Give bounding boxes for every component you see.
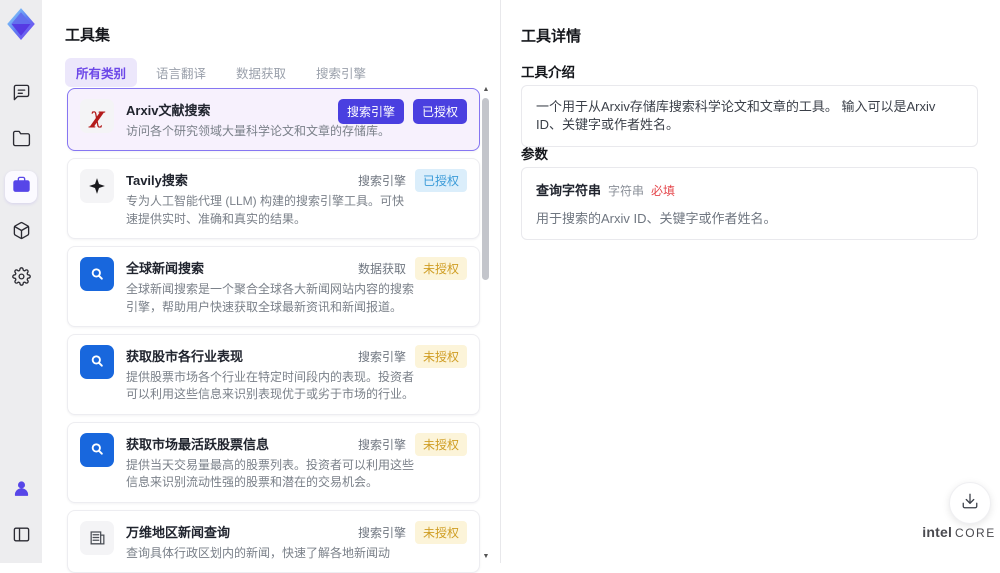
auth-status-badge: 已授权	[412, 99, 467, 124]
tab-search-engine[interactable]: 搜索引擎	[305, 58, 377, 87]
toolset-panel: 工具集 所有类别 语言翻译 数据获取 搜索引擎 χ Arxiv文献搜索 访问各个…	[42, 0, 500, 573]
sidebar-item-account[interactable]	[5, 475, 37, 507]
tool-badges: 搜索引擎 未授权	[357, 432, 467, 456]
sidebar-item-collapse-panel[interactable]	[5, 521, 37, 553]
scroll-up-arrow[interactable]: ▲	[482, 86, 490, 94]
auth-status-badge: 未授权	[414, 257, 467, 281]
tab-all-categories[interactable]: 所有类别	[65, 58, 138, 87]
parameter-name: 查询字符串	[536, 183, 602, 198]
params-heading: 参数	[521, 147, 548, 162]
arxiv-icon: χ	[80, 99, 114, 133]
briefcase-icon	[12, 175, 31, 199]
folder-icon	[12, 129, 31, 153]
tool-description: 提供股票市场各个行业在特定时间段内的表现。投资者可以利用这些信息来识别表现优于或…	[126, 369, 415, 402]
tool-card-global-news[interactable]: 全球新闻搜索 全球新闻搜索是一个聚合全球各大新闻网站内容的搜索引擎，帮助用户快速…	[67, 246, 480, 327]
tool-card-regional-news[interactable]: 万维地区新闻查询 查询具体行政区划内的新闻，快速了解各地新闻动 搜索引擎 未授权	[67, 509, 480, 573]
auth-status-badge: 未授权	[414, 344, 467, 368]
tavily-star-icon	[80, 169, 114, 204]
tool-badges: 数据获取 未授权	[357, 257, 467, 281]
intro-card: 一个用于从Arxiv存储库搜索科学论文和文章的工具。 输入可以是Arxiv ID…	[521, 85, 978, 148]
sidebar-item-settings[interactable]	[5, 263, 37, 295]
intel-core-logo: intel CORE	[920, 524, 998, 542]
auth-status-badge: 已授权	[414, 169, 467, 193]
left-sidebar	[0, 0, 42, 563]
tool-badges: 搜索引擎 已授权	[337, 99, 467, 124]
tool-card-arxiv[interactable]: χ Arxiv文献搜索 访问各个研究领域大量科学论文和文章的存储库。 搜索引擎 …	[67, 88, 480, 152]
category-label: 搜索引擎	[357, 437, 406, 452]
scroll-down-arrow[interactable]: ▼	[482, 553, 490, 561]
parameter-header: 查询字符串 字符串 必填	[536, 180, 963, 199]
auth-status-badge: 未授权	[414, 520, 467, 544]
sidebar-item-tools[interactable]	[5, 171, 37, 203]
category-label: 搜索引擎	[357, 349, 406, 364]
stock-search-icon	[80, 344, 114, 379]
newspaper-icon	[80, 520, 114, 555]
category-label: 搜索引擎	[357, 174, 406, 189]
list-scrollbar[interactable]: ▲ ▼	[481, 86, 491, 563]
download-icon	[961, 492, 979, 515]
panel-toggle-icon	[12, 525, 31, 549]
tool-card-most-active-stocks[interactable]: 获取市场最活跃股票信息 提供当天交易量最高的股票列表。投资者可以利用这些信息来识…	[67, 421, 480, 503]
stock-search-icon	[80, 432, 114, 467]
tool-list: χ Arxiv文献搜索 访问各个研究领域大量科学论文和文章的存储库。 搜索引擎 …	[67, 88, 480, 573]
auth-status-badge: 未授权	[414, 432, 467, 456]
gear-icon	[11, 267, 31, 291]
detail-title: 工具详情	[521, 28, 582, 45]
sidebar-item-packages[interactable]	[5, 217, 37, 249]
tab-data-fetch[interactable]: 数据获取	[225, 58, 297, 87]
intel-wordmark: intel	[922, 524, 953, 540]
tool-badges: 搜索引擎 未授权	[357, 344, 467, 368]
news-search-icon	[80, 257, 114, 292]
intro-text: 一个用于从Arxiv存储库搜索科学论文和文章的工具。 输入可以是Arxiv ID…	[536, 99, 936, 133]
tool-card-sector-performance[interactable]: 获取股市各行业表现 提供股票市场各个行业在特定时间段内的表现。投资者可以利用这些…	[67, 333, 480, 415]
tool-info: 万维地区新闻查询 查询具体行政区划内的新闻，快速了解各地新闻动	[126, 521, 390, 562]
scrollbar-thumb[interactable]	[482, 98, 489, 280]
parameter-description: 用于搜索的Arxiv ID、关键字或作者姓名。	[536, 211, 777, 226]
tool-description: 提供当天交易量最高的股票列表。投资者可以利用这些信息来识别流动性强的股票和潜在的…	[126, 457, 415, 490]
tab-language-translation[interactable]: 语言翻译	[145, 58, 217, 87]
category-label: 搜索引擎	[357, 525, 406, 540]
parameter-type: 字符串	[608, 184, 645, 198]
sidebar-item-chat[interactable]	[5, 79, 37, 111]
parameter-required-badge: 必填	[651, 184, 676, 198]
tool-description: 查询具体行政区划内的新闻，快速了解各地新闻动	[126, 545, 391, 560]
user-icon	[12, 479, 31, 503]
tool-name: 万维地区新闻查询	[126, 524, 231, 540]
tool-description: 全球新闻搜索是一个聚合全球各大新闻网站内容的搜索引擎，帮助用户快速获取全球最新资…	[126, 282, 415, 314]
parameter-card: 查询字符串 字符串 必填 用于搜索的Arxiv ID、关键字或作者姓名。	[521, 167, 978, 240]
core-wordmark: CORE	[955, 526, 996, 540]
category-label: 数据获取	[357, 262, 406, 277]
download-button[interactable]	[949, 482, 991, 524]
tool-detail-panel: 工具详情 工具介绍 一个用于从Arxiv存储库搜索科学论文和文章的工具。 输入可…	[500, 0, 1000, 563]
cube-icon	[12, 221, 31, 245]
tool-badges: 搜索引擎 已授权	[357, 169, 467, 193]
app-logo-gem-icon[interactable]	[4, 7, 38, 41]
category-tabs: 所有类别 语言翻译 数据获取 搜索引擎	[65, 58, 377, 87]
sidebar-item-files[interactable]	[5, 125, 37, 157]
tool-description: 专为人工智能代理 (LLM) 构建的搜索引擎工具。可快速提供实时、准确和真实的结…	[126, 194, 405, 226]
tool-description: 访问各个研究领域大量科学论文和文章的存储库。	[126, 124, 391, 138]
page-title: 工具集	[65, 27, 111, 44]
chat-icon	[12, 83, 31, 107]
intro-heading: 工具介绍	[521, 65, 575, 80]
tool-card-tavily[interactable]: Tavily搜索 专为人工智能代理 (LLM) 构建的搜索引擎工具。可快速提供实…	[67, 158, 480, 240]
category-badge: 搜索引擎	[337, 99, 404, 124]
tool-badges: 搜索引擎 未授权	[357, 520, 467, 544]
